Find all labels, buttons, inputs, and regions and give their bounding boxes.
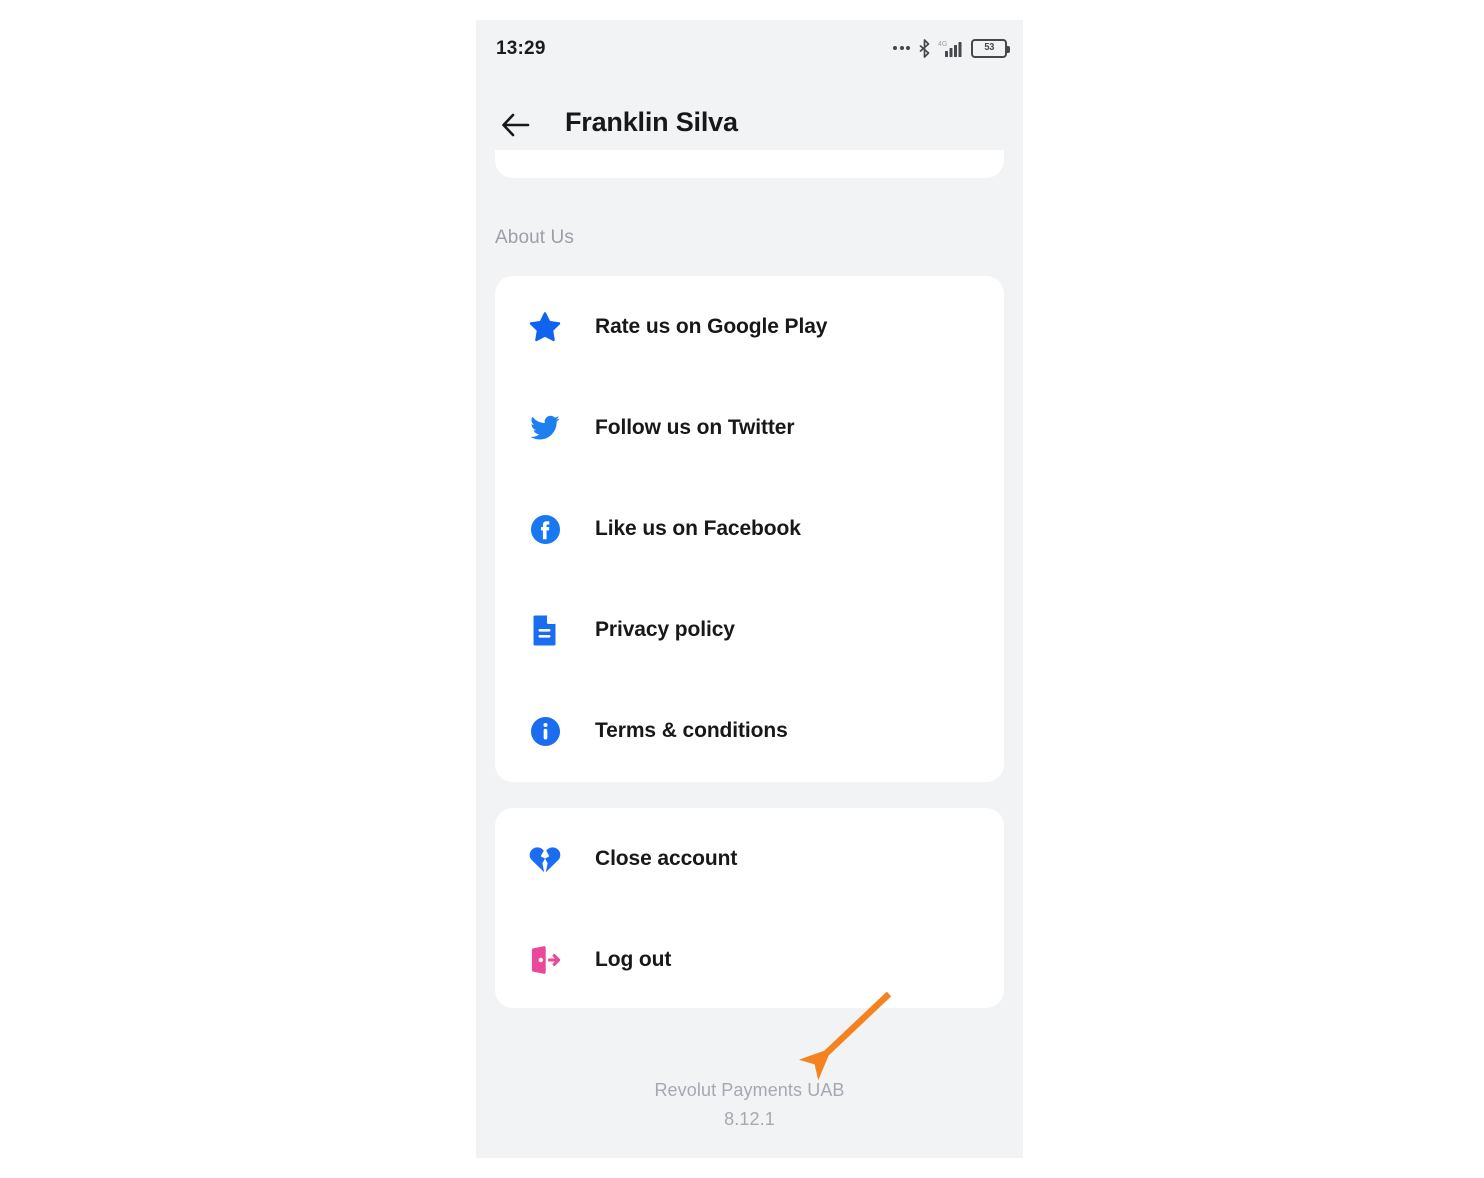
page-title: Franklin Silva bbox=[565, 107, 738, 137]
broken-heart-icon bbox=[528, 842, 562, 876]
battery-icon: 53 bbox=[971, 38, 1010, 58]
list-item-label: Privacy policy bbox=[595, 618, 735, 641]
footer-app-version: 8.12.1 bbox=[724, 1109, 775, 1129]
list-item-close-account[interactable]: Close account bbox=[495, 808, 1004, 910]
battery-level-label: 53 bbox=[984, 42, 994, 53]
status-bar-icons: 4G 53 bbox=[893, 35, 1010, 61]
phone-screen: 13:29 4G 53 Franklin Silva About Us Rate… bbox=[476, 20, 1023, 1158]
list-item-rate-us[interactable]: Rate us on Google Play bbox=[495, 276, 1004, 378]
status-bar-clock: 13:29 bbox=[496, 38, 546, 59]
app-footer: Revolut Payments UAB 8.12.1 bbox=[476, 1076, 1023, 1134]
list-item-label: Log out bbox=[595, 948, 672, 971]
list-item-label: Follow us on Twitter bbox=[595, 416, 795, 439]
logout-icon bbox=[528, 943, 562, 977]
back-button[interactable] bbox=[494, 104, 536, 146]
about-us-card: Rate us on Google Play Follow us on Twit… bbox=[495, 276, 1004, 782]
status-bar: 13:29 4G 53 bbox=[476, 20, 1023, 82]
list-item-privacy-policy[interactable]: Privacy policy bbox=[495, 579, 1004, 681]
signal-4g-icon: 4G bbox=[938, 38, 964, 58]
twitter-icon bbox=[528, 411, 562, 445]
list-item-log-out[interactable]: Log out bbox=[495, 909, 1004, 1011]
account-actions-card: Close account Log out bbox=[495, 808, 1004, 1008]
facebook-icon bbox=[528, 512, 562, 546]
list-item-label: Like us on Facebook bbox=[595, 517, 801, 540]
list-item-label: Terms & conditions bbox=[595, 719, 788, 742]
settings-scroll-area[interactable]: About Us Rate us on Google Play Follow u… bbox=[476, 150, 1023, 1158]
document-icon bbox=[528, 613, 562, 647]
list-item-like-facebook[interactable]: Like us on Facebook bbox=[495, 478, 1004, 580]
list-item-label: Rate us on Google Play bbox=[595, 315, 828, 338]
bluetooth-icon bbox=[918, 38, 931, 58]
list-item-follow-twitter[interactable]: Follow us on Twitter bbox=[495, 377, 1004, 479]
svg-text:4G: 4G bbox=[938, 41, 947, 48]
section-header-about-us: About Us bbox=[495, 227, 574, 248]
list-item-terms-conditions[interactable]: Terms & conditions bbox=[495, 680, 1004, 782]
star-icon bbox=[528, 310, 562, 344]
previous-card-partial bbox=[495, 150, 1004, 178]
info-icon bbox=[528, 714, 562, 748]
list-item-label: Close account bbox=[595, 847, 738, 870]
screenshot-canvas: 13:29 4G 53 Franklin Silva About Us Rate… bbox=[0, 0, 1484, 1178]
back-arrow-icon bbox=[500, 112, 530, 138]
footer-company-name: Revolut Payments UAB bbox=[654, 1080, 845, 1100]
more-dots-icon bbox=[893, 46, 910, 50]
